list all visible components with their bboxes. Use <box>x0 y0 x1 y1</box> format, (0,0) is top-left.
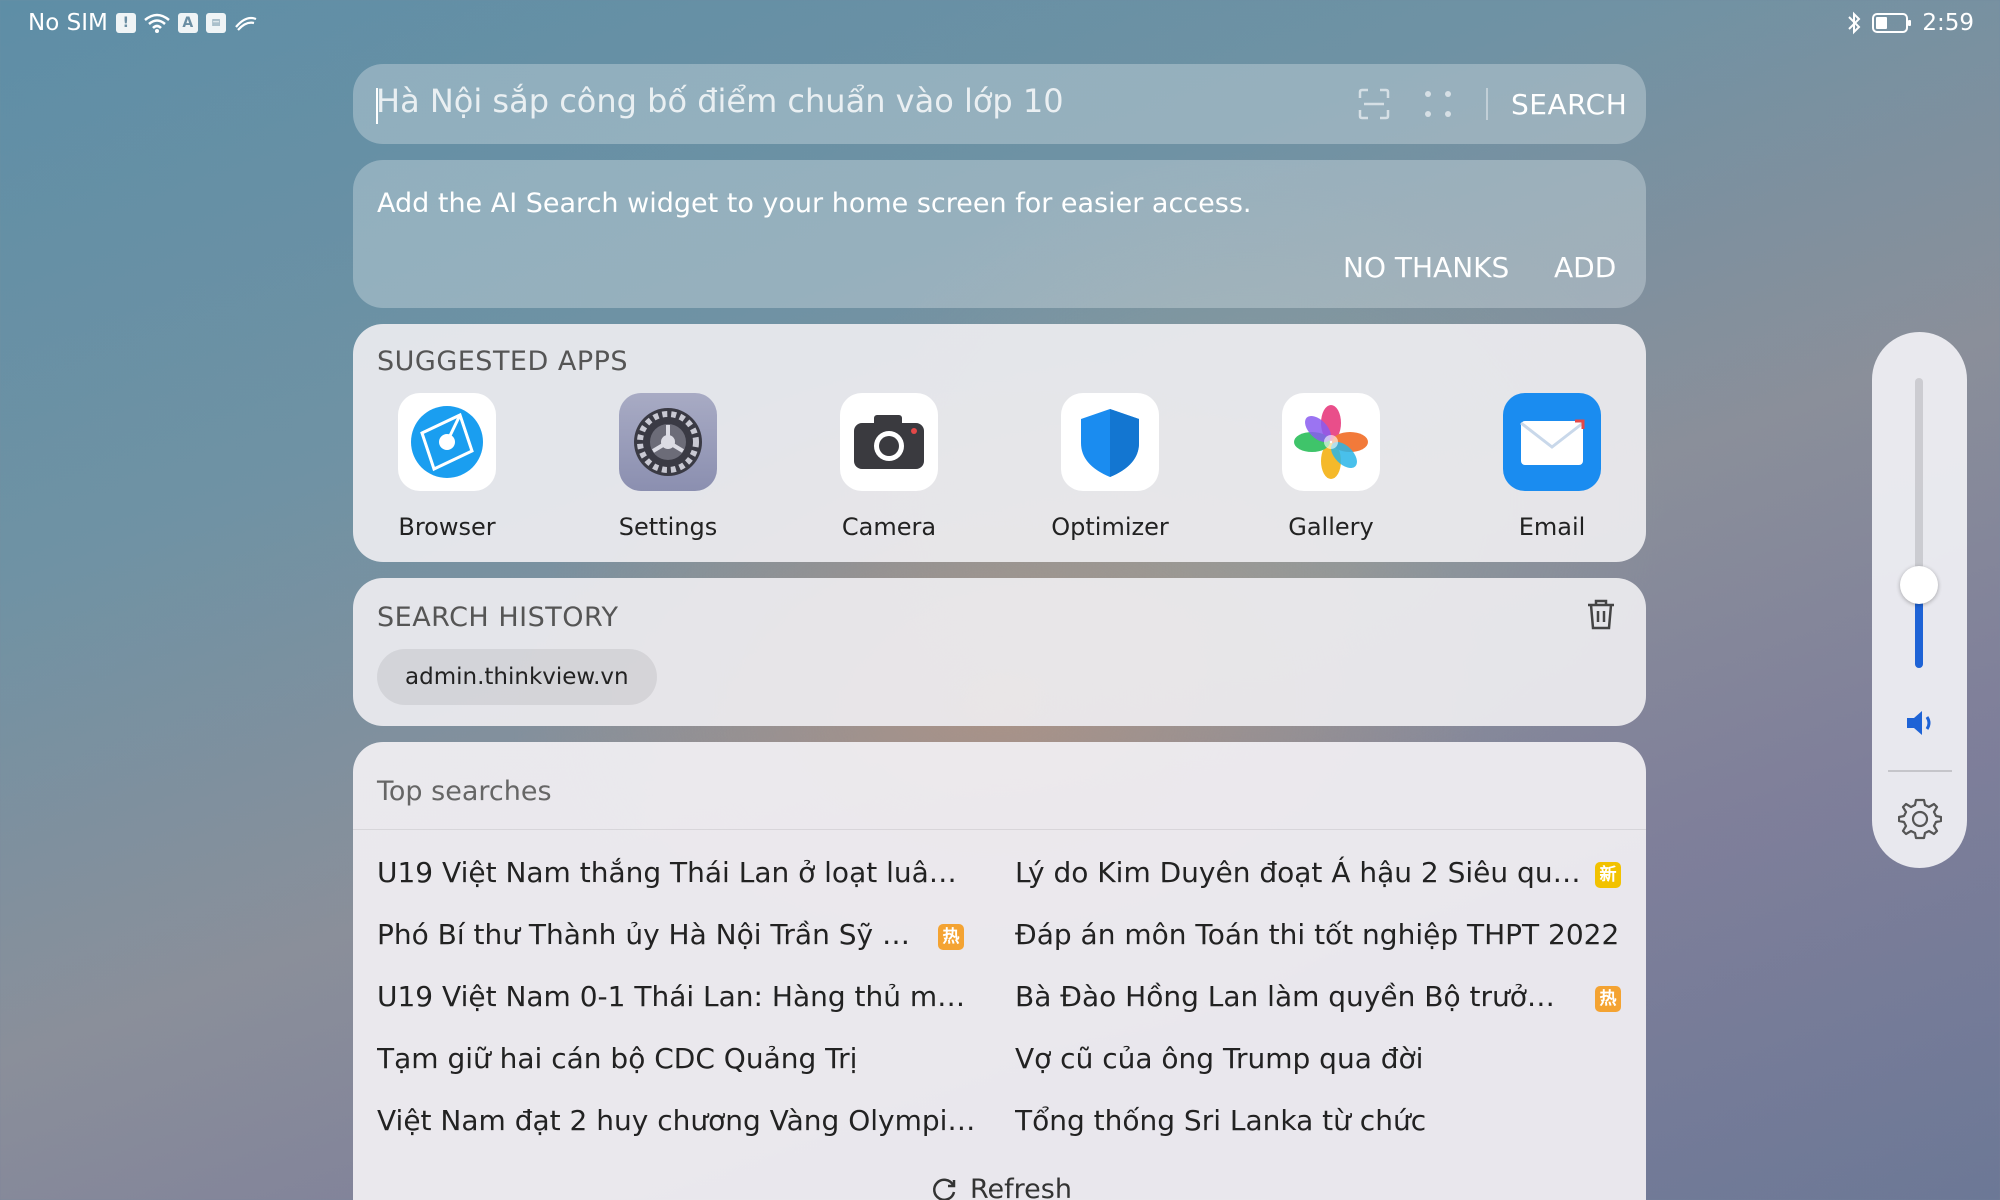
status-right: 2:59 <box>1846 10 1974 36</box>
camera-icon <box>840 393 938 491</box>
optimizer-icon <box>1061 393 1159 491</box>
app-email[interactable]: Email <box>1472 393 1632 541</box>
top-search-item[interactable]: Việt Nam đạt 2 huy chương Vàng Olympic T… <box>377 1104 977 1137</box>
divider <box>353 829 1646 830</box>
app-gallery[interactable]: Gallery <box>1251 393 1411 541</box>
gallery-icon <box>1282 393 1380 491</box>
volume-slider-thumb[interactable] <box>1900 566 1938 604</box>
status-left: No SIM ! A ▤ <box>28 10 258 36</box>
sim-alert-icon: ! <box>115 13 136 33</box>
hot-badge: 热 <box>1595 986 1621 1012</box>
top-search-item[interactable]: U19 Việt Nam thắng Thái Lan ở loạt luân … <box>377 856 967 889</box>
wifi-icon <box>144 13 170 33</box>
search-input[interactable]: Hà Nội sắp công bố điểm chuẩn vào lớp 10 <box>376 82 1064 120</box>
refresh-button[interactable]: Refresh <box>930 1174 1072 1200</box>
app-label: Settings <box>618 513 718 541</box>
battery-icon <box>1872 13 1912 33</box>
scan-icon[interactable] <box>1358 88 1390 120</box>
speaker-icon[interactable] <box>1903 706 1937 740</box>
new-badge: 新 <box>1595 862 1621 888</box>
notification-a-icon: A <box>177 13 198 33</box>
search-button[interactable]: SEARCH <box>1511 88 1627 121</box>
app-label: Optimizer <box>1051 513 1169 541</box>
widget-prompt-card <box>353 160 1646 308</box>
add-widget-button[interactable]: ADD <box>1554 251 1616 284</box>
browser-icon <box>398 393 496 491</box>
top-search-item[interactable]: Đáp án môn Toán thi tốt nghiệp THPT 2022 <box>1015 918 1625 951</box>
notification-swirl-icon <box>234 16 257 31</box>
email-icon <box>1503 393 1601 491</box>
clock: 2:59 <box>1922 10 1974 36</box>
app-optimizer[interactable]: Optimizer <box>1030 393 1190 541</box>
app-label: Gallery <box>1288 513 1374 541</box>
carrier-label: No SIM <box>28 10 108 36</box>
app-browser[interactable]: Browser <box>367 393 527 541</box>
app-label: Email <box>1518 513 1586 541</box>
bluetooth-icon <box>1848 11 1861 35</box>
app-camera[interactable]: Camera <box>809 393 969 541</box>
suggested-apps-title: SUGGESTED APPS <box>377 346 629 377</box>
app-label: Camera <box>841 513 937 541</box>
top-search-item[interactable]: Tạm giữ hai cán bộ CDC Quảng Trị <box>377 1042 967 1075</box>
trash-icon[interactable] <box>1586 598 1616 630</box>
top-search-item[interactable]: Phó Bí thư Thành ủy Hà Nội Trần Sỹ Thanh <box>377 918 927 951</box>
top-search-item[interactable]: Bà Đào Hồng Lan làm quyền Bộ trưởng Y tế <box>1015 980 1571 1013</box>
top-search-item[interactable]: Tổng thống Sri Lanka từ chức <box>1015 1104 1625 1137</box>
no-thanks-button[interactable]: NO THANKS <box>1343 251 1509 284</box>
refresh-icon <box>933 1178 956 1200</box>
top-searches-title: Top searches <box>377 776 552 807</box>
volume-divider <box>1888 770 1952 772</box>
settings-icon <box>619 393 717 491</box>
search-history-title: SEARCH HISTORY <box>377 602 619 633</box>
app-settings[interactable]: Settings <box>588 393 748 541</box>
top-search-item[interactable]: U19 Việt Nam 0-1 Thái Lan: Hàng thủ mắc … <box>377 980 967 1013</box>
more-grid-icon[interactable] <box>1422 88 1454 120</box>
search-divider <box>1486 88 1488 120</box>
gear-icon[interactable] <box>1898 796 1942 840</box>
top-search-item[interactable]: Vợ cũ của ông Trump qua đời <box>1015 1042 1625 1075</box>
widget-prompt-text: Add the AI Search widget to your home sc… <box>377 188 1252 219</box>
history-chip[interactable]: admin.thinkview.vn <box>377 649 657 705</box>
notification-app-icon: ▤ <box>205 13 226 33</box>
app-label: Browser <box>398 513 496 541</box>
status-bar: No SIM ! A ▤ 2:59 <box>0 0 2000 48</box>
refresh-label: Refresh <box>970 1174 1072 1200</box>
top-search-item[interactable]: Lý do Kim Duyên đoạt Á hậu 2 Siêu quốc g… <box>1015 856 1581 889</box>
hot-badge: 热 <box>938 924 964 950</box>
